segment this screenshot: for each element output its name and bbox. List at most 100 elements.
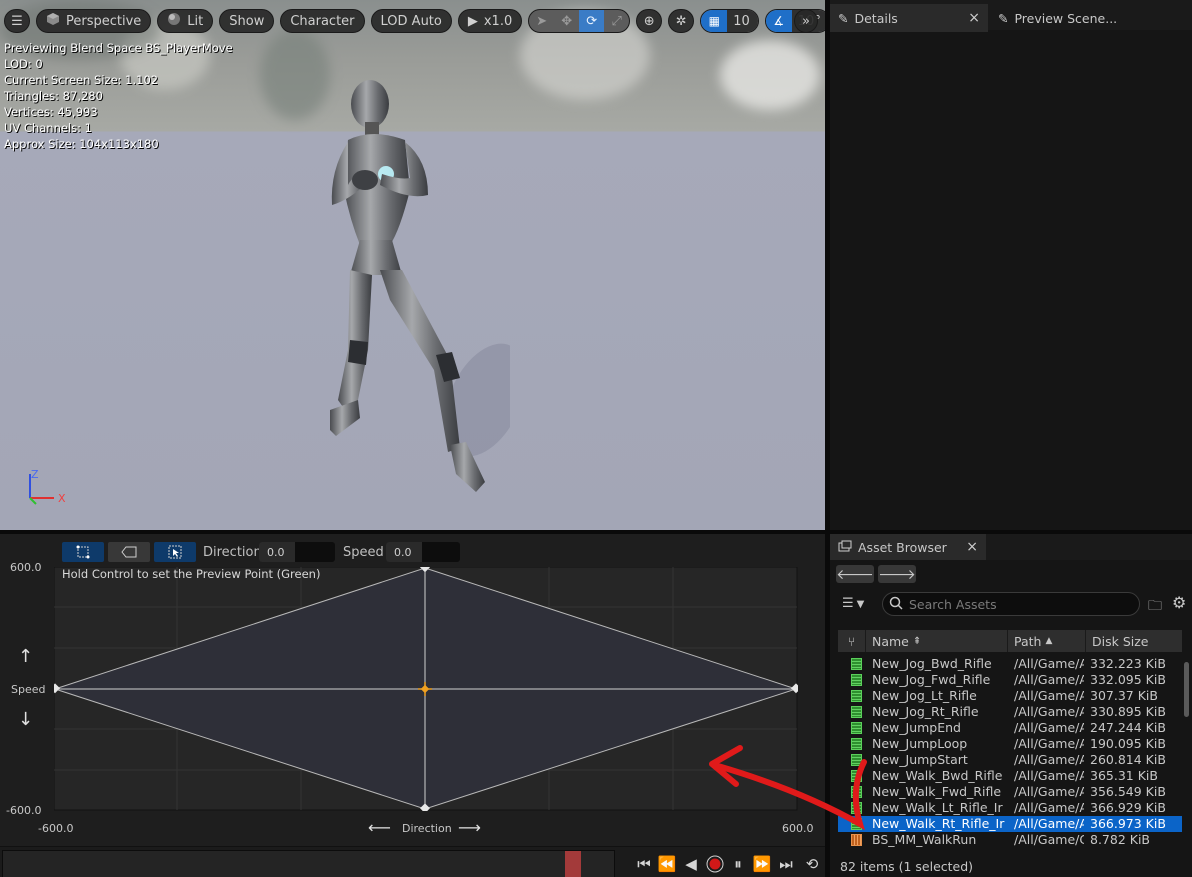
- tab-asset-browser-label: Asset Browser: [858, 539, 947, 555]
- table-row[interactable]: New_Jog_Lt_Rifle/All/Game/A 307.37 KiB: [838, 688, 1182, 704]
- table-row[interactable]: New_Walk_Lt_Rifle_Ir/All/Game/A 366.929 K…: [838, 800, 1182, 816]
- close-icon[interactable]: ×: [968, 10, 980, 26]
- search-input[interactable]: Search Assets: [882, 592, 1140, 616]
- translate-mode-icon[interactable]: ✥: [554, 10, 579, 32]
- y-max-tick: 600.0: [10, 561, 42, 574]
- preview-tool-button[interactable]: [154, 542, 196, 562]
- back-button[interactable]: 🡐: [836, 565, 874, 583]
- asset-type-cell: [838, 672, 866, 688]
- table-row[interactable]: New_Jog_Fwd_Rifle/All/Game/A 332.095 KiB: [838, 672, 1182, 688]
- blend-space-grid[interactable]: Hold Control to set the Preview Point (G…: [54, 567, 798, 811]
- table-row[interactable]: New_JumpEnd/All/Game/A 247.244 KiB: [838, 720, 1182, 736]
- rotate-mode-icon[interactable]: ⟳: [579, 10, 605, 32]
- lod-button[interactable]: LOD Auto: [370, 9, 452, 33]
- column-name[interactable]: Name ⇞: [866, 630, 1008, 652]
- y-axis-label: Speed: [11, 683, 46, 696]
- grid-snap-control[interactable]: ▦ 10: [700, 9, 759, 33]
- record-icon[interactable]: [705, 855, 725, 873]
- asset-tabbar: Asset Browser ×: [830, 534, 1192, 560]
- step-forward-icon[interactable]: ⏩: [753, 855, 772, 873]
- y-min-tick: -600.0: [6, 804, 42, 817]
- pencil-icon: ✎: [998, 10, 1009, 26]
- arrow-right-icon: 🡒: [878, 566, 916, 583]
- table-row[interactable]: New_Walk_Bwd_Rifle/All/Game/A 365.31 KiB: [838, 768, 1182, 784]
- table-row[interactable]: New_Jog_Bwd_Rifle/All/Game/A 332.223 KiB: [838, 656, 1182, 672]
- asset-browser: Asset Browser × 🡐 🡒 ☰ ▼ Search Assets 🗀 ⚙…: [830, 534, 1192, 877]
- tab-preview-scene[interactable]: ✎ Preview Scene...: [990, 4, 1190, 32]
- asset-size-cell: 332.223 KiB: [1090, 656, 1166, 671]
- asset-type-cell: [838, 720, 866, 736]
- column-size[interactable]: Disk Size: [1086, 630, 1182, 652]
- details-panel-body: [830, 32, 1192, 530]
- asset-path-cell: /All/Game/A: [1014, 752, 1084, 767]
- speed-input[interactable]: 0.0: [386, 542, 460, 562]
- perspective-label: Perspective: [66, 13, 142, 29]
- loop-icon[interactable]: ⟲: [802, 855, 822, 873]
- item-count: 82 items (1 selected): [840, 859, 974, 874]
- table-body: New_Jog_Bwd_Rifle/All/Game/A 332.223 KiB N…: [838, 652, 1182, 848]
- table-row[interactable]: New_JumpStart/All/Game/A 260.814 KiB: [838, 752, 1182, 768]
- asset-path-cell: /All/Game/A: [1014, 800, 1084, 815]
- surface-snap-button[interactable]: ✲: [668, 9, 695, 33]
- perspective-button[interactable]: Perspective: [36, 9, 152, 33]
- select-tool-button[interactable]: [62, 542, 104, 562]
- table-row[interactable]: New_Walk_Fwd_Rifle/All/Game/A 356.549 KiB: [838, 784, 1182, 800]
- skip-to-start-icon[interactable]: ⏮: [636, 855, 652, 873]
- tab-details[interactable]: ✎ Details ×: [830, 4, 988, 32]
- asset-size-cell: 307.37 KiB: [1090, 688, 1158, 703]
- playhead[interactable]: [565, 851, 581, 877]
- step-back-icon[interactable]: ⏪: [658, 855, 677, 873]
- play-rate-button[interactable]: ▶ x1.0: [457, 9, 523, 33]
- tab-asset-browser[interactable]: Asset Browser ×: [830, 534, 986, 560]
- animation-sequence-icon: [851, 690, 862, 702]
- column-name-label: Name: [872, 633, 909, 649]
- play-reverse-icon[interactable]: ◀: [683, 855, 699, 873]
- close-icon[interactable]: ×: [966, 539, 978, 555]
- axis-gizmo: Z X: [22, 466, 72, 511]
- search-placeholder: Search Assets: [909, 596, 997, 612]
- pencil-icon: ✎: [838, 10, 849, 26]
- timeline-track[interactable]: [2, 850, 615, 877]
- show-button[interactable]: Show: [219, 9, 275, 33]
- lit-button[interactable]: Lit: [157, 9, 214, 33]
- asset-size-cell: 366.973 KiB: [1090, 816, 1166, 831]
- pause-icon[interactable]: ⏸: [730, 855, 746, 873]
- scrollbar-thumb[interactable]: [1184, 662, 1189, 717]
- hamburger-icon: ☰: [11, 13, 23, 29]
- forward-button[interactable]: 🡒: [878, 565, 916, 583]
- preview-viewport[interactable]: ☰ Perspective Lit Show Character LOD Aut…: [0, 0, 825, 530]
- column-type[interactable]: ⑂: [838, 630, 866, 652]
- table-row[interactable]: New_Jog_Rt_Rifle/All/Game/A 330.895 KiB: [838, 704, 1182, 720]
- animation-sequence-icon: [851, 706, 862, 718]
- asset-size-cell: 260.814 KiB: [1090, 752, 1166, 767]
- asset-path-cell: /All/Game/A: [1014, 816, 1084, 831]
- direction-input[interactable]: 0.0: [259, 542, 335, 562]
- select-mode-icon[interactable]: ➤: [529, 10, 554, 32]
- filter-button[interactable]: ☰ ▼: [842, 596, 864, 611]
- asset-name-cell: New_Walk_Lt_Rifle_Ir: [872, 800, 1003, 815]
- table-row[interactable]: New_Walk_Rt_Rifle_Ir/All/Game/A 366.973 K…: [838, 816, 1182, 832]
- asset-size-cell: 8.782 KiB: [1090, 832, 1151, 847]
- folder-button[interactable]: 🗀: [1148, 595, 1162, 619]
- skip-to-end-icon[interactable]: ⏭: [778, 855, 794, 873]
- label-tool-button[interactable]: [108, 542, 150, 562]
- play-icon: ▶: [467, 13, 478, 29]
- more-options-button[interactable]: »: [794, 9, 818, 33]
- axis-x-label: X: [58, 492, 66, 505]
- folder-icon: 🗀: [1148, 598, 1162, 614]
- character-button[interactable]: Character: [280, 9, 365, 33]
- asset-name-cell: New_Jog_Bwd_Rifle: [872, 656, 992, 671]
- column-path[interactable]: Path ▲: [1008, 630, 1086, 652]
- local-world-button[interactable]: ⊕: [636, 9, 663, 33]
- stat-line: Approx Size: 104x113x180: [4, 137, 159, 151]
- scale-mode-icon[interactable]: ⤢: [604, 10, 629, 32]
- show-label: Show: [229, 13, 265, 29]
- settings-button[interactable]: ⚙: [1172, 593, 1186, 612]
- annotation-arrow: [709, 745, 867, 831]
- bg-blur: [720, 40, 820, 110]
- x-axis-label: Direction: [402, 822, 452, 835]
- table-row[interactable]: New_JumpLoop/All/Game/A 190.095 KiB: [838, 736, 1182, 752]
- asset-size-cell: 365.31 KiB: [1090, 768, 1158, 783]
- table-row[interactable]: BS_MM_WalkRun/All/Game/C 8.782 KiB: [838, 832, 1182, 848]
- viewport-menu-button[interactable]: ☰: [4, 9, 30, 33]
